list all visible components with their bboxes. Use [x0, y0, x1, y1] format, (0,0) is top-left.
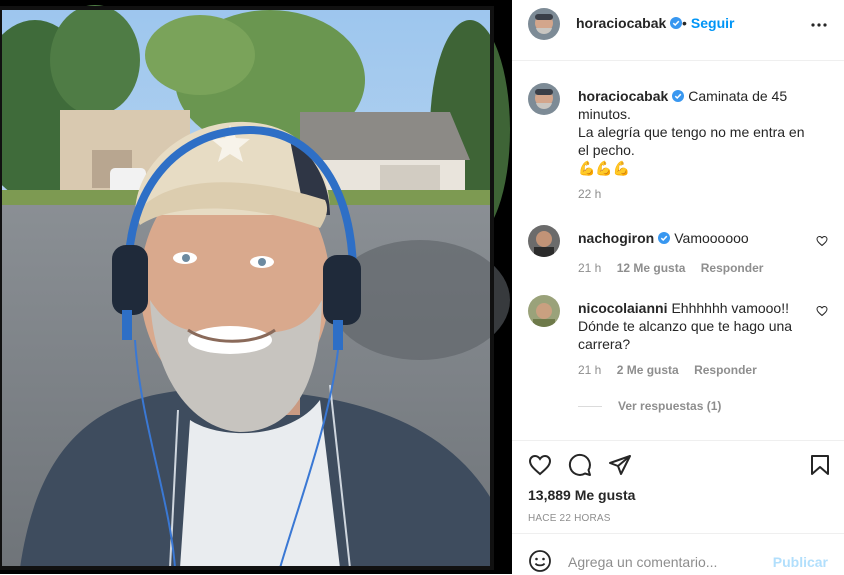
more-options-icon[interactable]: [810, 16, 828, 34]
comment-meta: 21 h 2 Me gusta Responder: [578, 363, 769, 377]
avatar-image: [528, 8, 560, 40]
avatar-image: [528, 295, 560, 327]
reply-button[interactable]: Responder: [701, 261, 764, 275]
comment-input[interactable]: Agrega un comentario...: [568, 554, 717, 570]
caption-username[interactable]: horaciocabak: [578, 88, 668, 104]
verified-badge-icon: [672, 90, 685, 102]
comment-item: nicocolaianni Ehhhhhh vamooo!! Dónde te a…: [528, 295, 828, 385]
comment-username[interactable]: nicocolaianni: [578, 300, 667, 316]
comment-likes[interactable]: 2 Me gusta: [617, 363, 679, 377]
comment-item: nachogiron Vamoooooo 21 h 12 Me gusta Res…: [528, 225, 828, 285]
caption-emojis: 💪💪💪: [578, 160, 631, 176]
replies-divider: [578, 406, 602, 408]
heart-icon[interactable]: [816, 235, 828, 247]
post-photo[interactable]: [0, 0, 512, 574]
follow-button[interactable]: • Seguir: [682, 15, 734, 31]
caption-time[interactable]: 22 h: [578, 187, 601, 201]
selfie-photo: [0, 0, 512, 574]
caption-body: horaciocabak Caminata de 45 minutos. La a…: [578, 87, 814, 177]
comment-time[interactable]: 21 h: [578, 363, 601, 377]
comment-body: nachogiron Vamoooooo: [578, 229, 814, 247]
avatar-image: [528, 83, 560, 115]
comment-icon[interactable]: [568, 453, 592, 477]
comment-text: Vamoooooo: [674, 230, 749, 246]
post-header: horaciocabak • Seguir: [512, 0, 844, 61]
add-comment-bar: Agrega un comentario... Publicar: [512, 533, 844, 575]
comment-likes[interactable]: 12 Me gusta: [617, 261, 686, 275]
post-actions: 13,889 Me gusta HACE 22 HORAS: [512, 440, 844, 533]
caption: horaciocabak Caminata de 45 minutos. La a…: [528, 83, 828, 201]
publish-button[interactable]: Publicar: [773, 554, 828, 570]
likes-count[interactable]: 13,889 Me gusta: [528, 487, 635, 503]
comment-avatar[interactable]: [528, 225, 560, 257]
heart-icon[interactable]: [816, 305, 828, 317]
posted-time[interactable]: HACE 22 HORAS: [528, 513, 611, 524]
author-avatar[interactable]: [528, 8, 560, 40]
caption-text-line2: La alegría que tengo no me entra en el p…: [578, 124, 805, 158]
caption-meta: 22 h: [578, 187, 613, 201]
emoji-icon[interactable]: [528, 549, 552, 573]
comment-body: nicocolaianni Ehhhhhh vamooo!! Dónde te a…: [578, 299, 814, 353]
view-replies-label: Ver respuestas (1): [618, 399, 722, 413]
verified-badge-icon: [658, 232, 671, 244]
heart-icon[interactable]: [528, 453, 552, 477]
comment-time[interactable]: 21 h: [578, 261, 601, 275]
post-side-panel: horaciocabak • Seguir horaciocabak Caminat…: [512, 0, 844, 574]
view-replies-button[interactable]: Ver respuestas (1): [578, 399, 721, 413]
avatar-image: [528, 225, 560, 257]
save-icon[interactable]: [808, 453, 832, 477]
separator-dot: •: [682, 15, 687, 31]
comments-list[interactable]: horaciocabak Caminata de 45 minutos. La a…: [512, 61, 844, 439]
comment-avatar[interactable]: [528, 295, 560, 327]
reply-button[interactable]: Responder: [694, 363, 757, 377]
follow-label: Seguir: [690, 15, 735, 31]
share-icon[interactable]: [608, 453, 632, 477]
comment-username[interactable]: nachogiron: [578, 230, 654, 246]
caption-avatar[interactable]: [528, 83, 560, 115]
comment-meta: 21 h 12 Me gusta Responder: [578, 261, 775, 275]
verified-badge-icon: [670, 17, 683, 29]
author-username[interactable]: horaciocabak: [576, 15, 683, 31]
